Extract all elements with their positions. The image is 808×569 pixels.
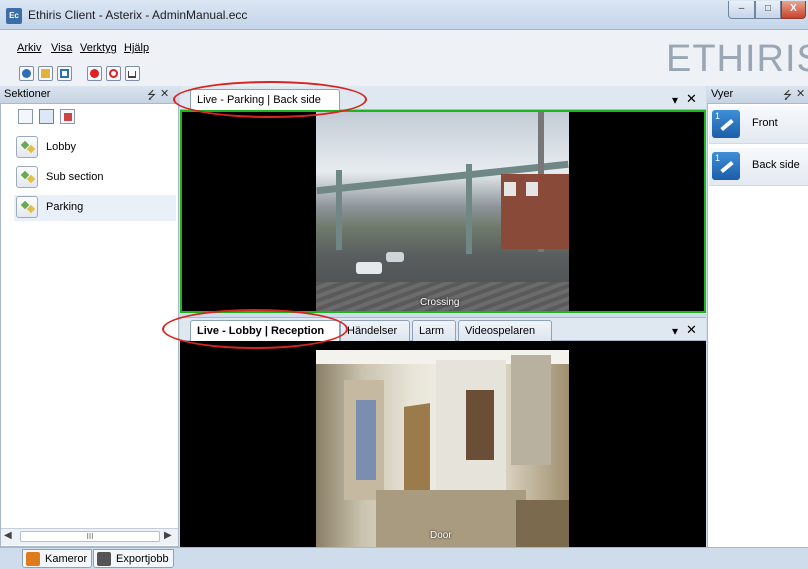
sections-panel-title: Sektioner <box>4 88 51 100</box>
detail-view-button[interactable] <box>60 109 75 124</box>
close-icon[interactable]: ✕ <box>686 91 697 107</box>
folder-icon <box>41 69 50 78</box>
camera-feed-crossing[interactable] <box>316 112 569 311</box>
view-item-front[interactable]: 1 Front <box>709 106 808 144</box>
section-icon <box>16 166 38 188</box>
view-label: Back side <box>752 159 800 171</box>
refresh-button[interactable] <box>57 66 72 81</box>
folder-button[interactable] <box>38 66 53 81</box>
maximize-button[interactable]: □ <box>755 1 781 19</box>
record-icon <box>90 69 99 78</box>
menu-verktyg[interactable]: Verktyg <box>80 42 117 54</box>
refresh-icon <box>60 69 69 78</box>
tab-larm[interactable]: Larm <box>412 320 456 341</box>
section-icon <box>16 196 38 218</box>
menu-visa[interactable]: Visa <box>51 42 72 54</box>
tree-view-button[interactable] <box>18 109 33 124</box>
camera-settings-button[interactable] <box>19 66 34 81</box>
power-button[interactable] <box>106 66 121 81</box>
camera-label-door: Door <box>430 530 452 541</box>
section-icon <box>16 136 38 158</box>
menu-hjalp[interactable]: Hjälp <box>124 42 149 54</box>
tab-live-parking[interactable]: Live - Parking | Back side <box>190 89 340 110</box>
window-title: Ethiris Client - Asterix - AdminManual.e… <box>28 8 248 22</box>
camera-label-crossing: Crossing <box>420 297 460 308</box>
section-label: Parking <box>46 201 84 213</box>
close-icon: X <box>790 3 797 14</box>
scroll-left-icon[interactable]: ◀ <box>4 530 12 541</box>
view-edit-icon: 1 <box>712 110 740 138</box>
close-icon[interactable]: ✕ <box>686 322 697 338</box>
tab-live-lobby[interactable]: Live - Lobby | Reception <box>190 320 340 341</box>
dropdown-icon[interactable]: ▾ <box>672 93 678 107</box>
menu-arkiv[interactable]: Arkiv <box>17 42 41 54</box>
power-icon <box>109 69 118 78</box>
section-item[interactable]: Sub section <box>16 166 176 192</box>
camera-feed-door[interactable] <box>316 350 569 547</box>
grid-icon <box>64 113 72 121</box>
app-icon: Ec <box>6 8 22 24</box>
views-panel-title: Vyer <box>711 88 734 100</box>
maximize-icon: □ <box>764 3 772 14</box>
close-button[interactable]: X <box>781 1 806 19</box>
list-view-button[interactable] <box>39 109 54 124</box>
scroll-right-icon[interactable]: ▶ <box>164 530 172 541</box>
close-icon[interactable]: ✕ <box>796 87 805 100</box>
view-item-back-side[interactable]: 1 Back side <box>709 148 808 186</box>
export-job-icon <box>97 552 111 566</box>
pin-icon[interactable]: ⭍ <box>783 87 792 106</box>
tab-kameror[interactable]: Kameror <box>22 549 93 568</box>
dropdown-icon[interactable]: ▾ <box>672 324 678 338</box>
tab-handelser[interactable]: Händelser <box>340 320 410 341</box>
section-label: Lobby <box>46 141 76 153</box>
view-edit-icon: 1 <box>712 152 740 180</box>
camera-settings-icon <box>22 69 31 78</box>
minimize-button[interactable]: – <box>728 1 755 19</box>
tab-videospelaren[interactable]: Videospelaren <box>458 320 552 341</box>
scroll-thumb[interactable]: III <box>20 531 160 542</box>
view-label: Front <box>752 117 778 129</box>
camera-icon <box>26 552 40 566</box>
section-item[interactable]: Lobby <box>16 136 176 162</box>
tab-exportjobb[interactable]: Exportjobb <box>93 549 174 568</box>
export-icon <box>128 71 136 78</box>
minimize-icon: – <box>738 3 745 14</box>
section-label: Sub section <box>46 171 104 183</box>
section-item[interactable]: Parking <box>16 196 176 222</box>
ethiris-logo: ETHIRIS® <box>666 38 808 80</box>
pin-icon[interactable]: ⭍ <box>147 87 156 106</box>
export-button[interactable] <box>125 66 140 81</box>
record-button[interactable] <box>87 66 102 81</box>
close-icon[interactable]: ✕ <box>160 87 169 100</box>
